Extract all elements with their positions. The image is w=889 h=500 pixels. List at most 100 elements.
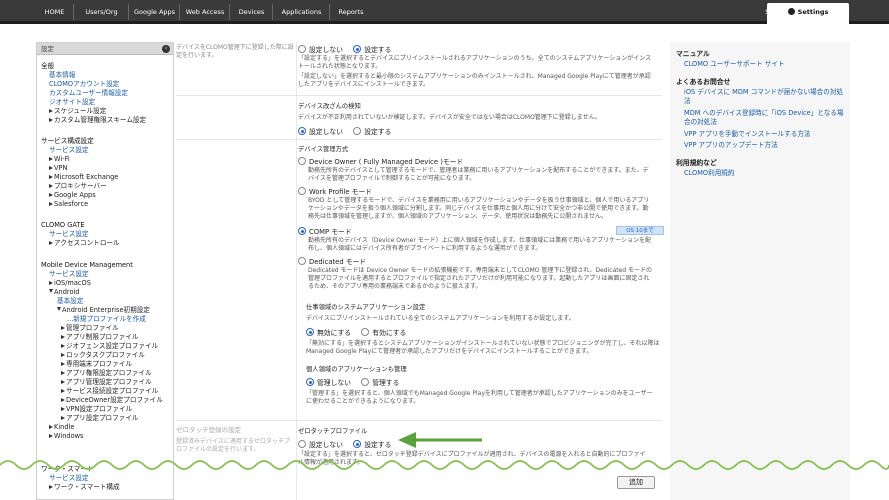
sidebar-header: 設定 ‹	[37, 43, 173, 55]
link-faq-mdm-command[interactable]: iOS デバイスに MDM コマンドが届かない場合の対処法	[684, 88, 844, 106]
radio-system-app-off[interactable]: 設定しない	[298, 45, 343, 54]
sidebar-item-work-smart-service[interactable]: サービス設定	[49, 474, 89, 483]
radio-device-owner[interactable]: Device Owner ( Fully Managed Device )モード	[298, 156, 463, 166]
radio-tamper-off[interactable]: 設定しない	[298, 127, 343, 136]
sidebar-item-custom-user-info[interactable]: カスタムユーザー情報設定	[49, 89, 128, 98]
radio-icon	[298, 187, 306, 195]
sidebar-item-mdm-service[interactable]: サービス設定	[49, 270, 89, 279]
sidebar-item-app-config-profile[interactable]: アプリ設定プロファイル	[61, 414, 139, 423]
sidebar-item-dedicated-profile[interactable]: 専用端末プロファイル	[61, 360, 132, 369]
option-label: 設定する	[364, 128, 392, 136]
sidebar-item-clomo-account[interactable]: CLOMOアカウント設定	[49, 80, 119, 89]
option-label: 設定しない	[309, 128, 343, 136]
sidebar-item-service-connection-profile[interactable]: サービス接続設定プロファイル	[61, 387, 158, 396]
sidebar-item-salesforce[interactable]: Salesforce	[49, 200, 88, 209]
help-panel: マニュアル CLOMO ユーザーサポート サイト よくあるお問合せ iOS デバ…	[670, 42, 850, 500]
link-faq-vpp-install[interactable]: VPP アプリを手動でインストールする方法	[684, 130, 844, 139]
comp-mode-desc: 勤務先所有のデバイス（Device Owner モード）上に個人領域を作成します…	[308, 237, 652, 252]
sidebar-item-app-restriction-profile[interactable]: アプリ制限プロファイル	[61, 333, 139, 342]
option-label: COMP モード	[309, 228, 352, 236]
radio-personal-unmanaged[interactable]: 管理しない	[306, 378, 351, 387]
radio-system-app-on[interactable]: 設定する	[353, 45, 391, 54]
link-clomo-support[interactable]: CLOMO ユーザーサポート サイト	[684, 60, 844, 69]
option-label: 有効にする	[372, 329, 407, 337]
radio-selected-icon	[306, 328, 314, 336]
sidebar-item-access-control[interactable]: アクセスコントロール	[49, 239, 120, 248]
sidebar-item-android-enterprise-init[interactable]: Android Enterprise初期設定	[57, 306, 150, 315]
option-label: Dedicated モード	[309, 258, 367, 266]
link-faq-vpp-update[interactable]: VPP アプリのアップデート方法	[684, 141, 844, 150]
sidebar-item-proxy[interactable]: プロキシサーバー	[49, 182, 107, 191]
radio-zero-touch-off[interactable]: 設定しない	[298, 440, 343, 449]
sidebar-item-vpn[interactable]: VPN	[49, 164, 67, 173]
radio-dedicated-mode[interactable]: Dedicated モード	[298, 256, 366, 266]
sidebar-item-label: アプリ制限プロファイル	[66, 333, 139, 341]
sidebar-item-label: 管理プロファイル	[66, 324, 119, 332]
nav-tab-settings[interactable]: Settings	[767, 3, 849, 24]
sidebar-item-google-apps[interactable]: Google Apps	[49, 191, 96, 200]
expand-icon	[61, 371, 65, 375]
radio-zero-touch-on[interactable]: 設定する	[353, 440, 391, 449]
nav-tab-users-org[interactable]: Users/Org	[75, 4, 129, 20]
enrollment-description: デバイスをCLOMO管理下に登録した際に設定を行います。	[176, 44, 294, 59]
sidebar-item-gate-service[interactable]: サービス設定	[49, 230, 89, 239]
sidebar-item-kindle[interactable]: Kindle	[49, 423, 74, 432]
nav-tab-google-apps[interactable]: Google Apps	[130, 4, 180, 20]
collapse-sidebar-icon[interactable]: ‹	[162, 45, 170, 53]
radio-work-sysapp-disable[interactable]: 無効にする	[306, 328, 351, 337]
sidebar-item-work-smart-config[interactable]: ワーク・スマート構成	[49, 483, 120, 492]
settings-label: Settings	[797, 8, 829, 16]
sidebar-item-app-permission-profile[interactable]: アプリ権限設定プロファイル	[61, 369, 152, 378]
sidebar-item-management-profile[interactable]: 管理プロファイル	[61, 324, 119, 333]
radio-work-sysapp-enable[interactable]: 有効にする	[361, 328, 407, 337]
sidebar-item-label: Android	[54, 288, 80, 296]
nav-tab-home[interactable]: HOME	[36, 4, 74, 20]
work-system-app-desc: デバイスにプリインストールされている全てのシステムアプリケーションを利用するか設…	[306, 315, 575, 322]
sidebar-item-vpn-profile[interactable]: VPN設定プロファイル	[61, 405, 132, 414]
sidebar-item-basic-info[interactable]: 基本情報	[49, 71, 75, 80]
sidebar-item-custom-admin-scheme[interactable]: カスタム管理権限スキーム設定	[49, 116, 146, 125]
expand-icon	[49, 118, 53, 122]
link-faq-ios-device[interactable]: MDM へのデバイス登録時に「iOS Device」となる場合の対処法	[684, 109, 844, 127]
work-system-app-title: 仕事領域のシステムアプリケーション設定	[306, 304, 426, 311]
expand-icon	[49, 425, 53, 429]
sidebar-item-lock-task-profile[interactable]: ロックタスクプロファイル	[61, 351, 145, 360]
expand-icon	[61, 353, 65, 357]
sidebar-item-geosite[interactable]: ジオサイト設定	[49, 98, 95, 107]
sidebar-item-windows[interactable]: Windows	[49, 432, 83, 441]
sidebar-item-label: 専用端末プロファイル	[66, 360, 132, 368]
nav-tab-devices[interactable]: Devices	[231, 4, 273, 20]
radio-personal-managed[interactable]: 管理する	[361, 378, 400, 387]
collapse-icon	[57, 307, 61, 311]
sidebar-item-geofence-profile[interactable]: ジオフェンス設定プロファイル	[61, 342, 158, 351]
add-button[interactable]: 追加	[617, 476, 655, 489]
link-terms-of-use[interactable]: CLOMO利用規約	[684, 169, 844, 178]
sidebar-item-new-profile[interactable]: ...新規プロファイルを作成	[67, 315, 146, 324]
radio-selected-icon	[353, 45, 362, 53]
radio-selected-icon	[306, 378, 314, 386]
sidebar-section-general: 全般	[41, 62, 55, 70]
expand-icon	[61, 389, 65, 393]
sidebar-item-schedule[interactable]: スケジュール設定	[49, 107, 106, 116]
sidebar-item-wifi[interactable]: Wi-Fi	[49, 155, 70, 164]
sidebar-item-label: サービス接続設定プロファイル	[66, 387, 159, 395]
radio-comp-mode[interactable]: COMP モード	[298, 226, 352, 236]
sidebar-item-android[interactable]: Android	[49, 288, 80, 297]
sidebar-item-ios-macos[interactable]: iOS/macOS	[49, 279, 91, 288]
sidebar-section-clomo-gate: CLOMO GATE	[41, 221, 85, 229]
option-label: 管理する	[372, 379, 400, 387]
sidebar-item-app-management-profile[interactable]: アプリ管理設定プロファイル	[61, 378, 152, 387]
nav-tab-reports[interactable]: Reports	[331, 4, 371, 20]
sidebar-section-mdm: Mobile Device Management	[41, 261, 133, 269]
radio-work-profile[interactable]: Work Profile モード	[298, 186, 372, 196]
sidebar-item-service-settings[interactable]: サービス設定	[49, 146, 89, 155]
radio-tamper-on[interactable]: 設定する	[353, 127, 392, 136]
sidebar-item-label: Wi-Fi	[54, 155, 70, 163]
nav-tab-applications[interactable]: Applications	[274, 4, 330, 20]
sidebar-item-exchange[interactable]: Microsoft Exchange	[49, 173, 118, 182]
sidebar-item-android-basic[interactable]: 基本設定	[57, 297, 83, 306]
work-system-app-radio-group: 無効にする 有効にする	[306, 327, 406, 337]
sidebar-item-device-owner-profile[interactable]: DeviceOwner設定プロファイル	[61, 396, 163, 405]
nav-tab-web-access[interactable]: Web Access	[181, 4, 230, 20]
collapse-icon	[49, 289, 53, 293]
